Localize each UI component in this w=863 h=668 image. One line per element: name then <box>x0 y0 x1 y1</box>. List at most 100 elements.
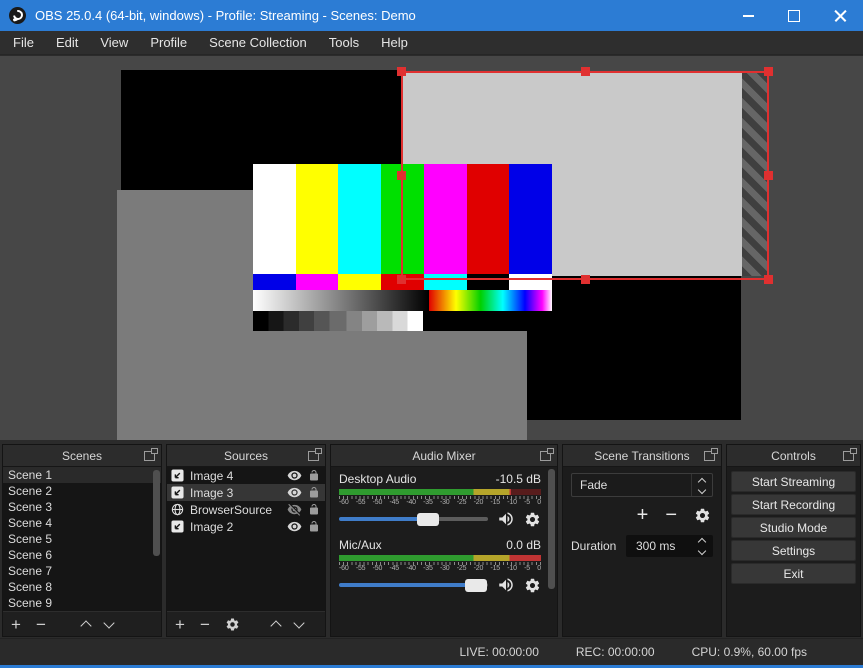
move-scene-down-button[interactable] <box>103 616 115 629</box>
menu-file[interactable]: File <box>2 31 45 55</box>
remove-scene-button[interactable]: − <box>36 616 46 633</box>
source-list-item[interactable]: BrowserSource <box>167 501 325 518</box>
speaker-icon[interactable] <box>497 510 515 528</box>
transition-select-dropdown[interactable] <box>691 474 712 496</box>
popout-icon[interactable] <box>704 448 718 461</box>
lock-open-icon[interactable] <box>308 469 320 482</box>
source-list-item[interactable]: Image 3 <box>167 484 325 501</box>
minimize-button[interactable] <box>725 0 771 31</box>
scene-list-item[interactable]: Scene 1 <box>3 467 161 483</box>
scene-list-item[interactable]: Scene 2 <box>3 483 161 499</box>
remove-source-button[interactable]: − <box>200 616 210 633</box>
maximize-icon <box>788 9 800 22</box>
volume-slider-handle[interactable] <box>417 512 440 526</box>
scene-list-item[interactable]: Scene 5 <box>3 531 161 547</box>
close-button[interactable] <box>817 0 863 31</box>
menu-profile[interactable]: Profile <box>139 31 198 55</box>
browser-source-icon <box>171 503 184 516</box>
controls-panel: Controls Start Streaming Start Recording… <box>726 444 861 637</box>
scene-list-item[interactable]: Scene 3 <box>3 499 161 515</box>
status-bar: LIVE: 00:00:00 REC: 00:00:00 CPU: 0.9%, … <box>0 638 863 665</box>
spin-up-icon[interactable] <box>697 537 707 547</box>
start-streaming-button[interactable]: Start Streaming <box>731 471 856 492</box>
maximize-button[interactable] <box>771 0 817 31</box>
volume-meter <box>339 555 541 561</box>
source-list-item[interactable]: Image 2 <box>167 518 325 535</box>
remove-transition-button[interactable]: − <box>665 505 677 525</box>
source-selection-outline[interactable] <box>397 67 773 284</box>
lock-open-icon[interactable] <box>308 520 320 533</box>
popout-icon[interactable] <box>843 448 857 461</box>
menu-view[interactable]: View <box>89 31 139 55</box>
selection-handle[interactable] <box>397 275 406 284</box>
menu-help[interactable]: Help <box>370 31 419 55</box>
source-properties-gear-icon[interactable] <box>225 617 240 632</box>
eye-icon[interactable] <box>287 485 302 500</box>
selection-handle[interactable] <box>764 171 773 180</box>
eye-off-icon[interactable] <box>287 502 302 517</box>
chevron-down-icon <box>697 485 707 494</box>
eye-icon[interactable] <box>287 519 302 534</box>
mixer-channel-desktop-audio: Desktop Audio -10.5 dB -60 -55 -50 -45 -40 -3… <box>339 472 541 527</box>
volume-slider[interactable] <box>339 578 488 592</box>
scene-list-item[interactable]: Scene 8 <box>3 579 161 595</box>
preview-canvas[interactable] <box>0 56 863 440</box>
add-transition-button[interactable]: + <box>637 505 649 525</box>
mixer-channel-mic-aux: Mic/Aux 0.0 dB -60 -55 -50 -45 -40 -35 -30 -25-… <box>339 538 541 593</box>
scenes-panel-header[interactable]: Scenes <box>3 445 161 467</box>
selection-handle[interactable] <box>580 67 590 76</box>
channel-gear-icon[interactable] <box>524 511 541 528</box>
scene-transitions-header[interactable]: Scene Transitions <box>563 445 721 467</box>
selection-handle[interactable] <box>397 67 406 76</box>
transition-select[interactable]: Fade <box>571 473 713 497</box>
transition-properties-gear-icon[interactable] <box>694 507 711 524</box>
controls-header[interactable]: Controls <box>727 445 860 467</box>
scene-list-item[interactable]: Scene 4 <box>3 515 161 531</box>
mixer-scrollbar[interactable] <box>548 469 555 589</box>
eye-icon[interactable] <box>287 468 302 483</box>
gradient-ramps <box>253 290 552 311</box>
studio-mode-button[interactable]: Studio Mode <box>731 517 856 538</box>
preview-source-black-bottom-right[interactable] <box>527 276 741 420</box>
scene-list-item[interactable]: Scene 9 <box>3 595 161 611</box>
menu-tools[interactable]: Tools <box>318 31 370 55</box>
sources-panel-header[interactable]: Sources <box>167 445 325 467</box>
volume-slider[interactable] <box>339 512 488 526</box>
minimize-icon <box>742 14 754 17</box>
source-name: Image 4 <box>190 468 234 483</box>
add-source-button[interactable]: + <box>175 616 185 633</box>
audio-mixer-header[interactable]: Audio Mixer <box>331 445 557 467</box>
selection-handle[interactable] <box>580 275 590 284</box>
popout-icon[interactable] <box>144 448 158 461</box>
exit-button[interactable]: Exit <box>731 563 856 584</box>
source-list-item[interactable]: Image 4 <box>167 467 325 484</box>
scene-list-item[interactable]: Scene 7 <box>3 563 161 579</box>
spin-down-icon[interactable] <box>697 546 707 556</box>
speaker-icon[interactable] <box>497 576 515 594</box>
move-scene-up-button[interactable] <box>80 620 92 632</box>
popout-icon[interactable] <box>308 448 322 461</box>
menu-edit[interactable]: Edit <box>45 31 89 55</box>
popout-icon[interactable] <box>540 448 554 461</box>
selection-handle[interactable] <box>764 67 773 76</box>
selection-handle[interactable] <box>397 171 406 180</box>
duration-spinbox[interactable]: 300 ms <box>626 535 713 557</box>
scenes-panel: Scenes Scene 1 Scene 2 Scene 3 Scene 4 S… <box>2 444 162 637</box>
scene-transitions-body: Fade + − Duration 300 ms <box>563 467 721 636</box>
scenes-scrollbar[interactable] <box>153 470 160 556</box>
transition-select-value: Fade <box>580 478 608 492</box>
menu-scene-collection[interactable]: Scene Collection <box>198 31 318 55</box>
scene-list-item[interactable]: Scene 6 <box>3 547 161 563</box>
settings-button[interactable]: Settings <box>731 540 856 561</box>
lock-open-icon[interactable] <box>308 503 320 516</box>
chevron-up-icon <box>697 477 707 486</box>
volume-slider-handle[interactable] <box>465 578 488 592</box>
add-scene-button[interactable]: + <box>11 616 21 633</box>
channel-gear-icon[interactable] <box>524 577 541 594</box>
lock-open-icon[interactable] <box>308 486 320 499</box>
selection-handle[interactable] <box>764 275 773 284</box>
move-source-down-button[interactable] <box>293 616 305 629</box>
start-recording-button[interactable]: Start Recording <box>731 494 856 515</box>
move-source-up-button[interactable] <box>270 620 282 632</box>
source-name: Image 2 <box>190 519 234 534</box>
